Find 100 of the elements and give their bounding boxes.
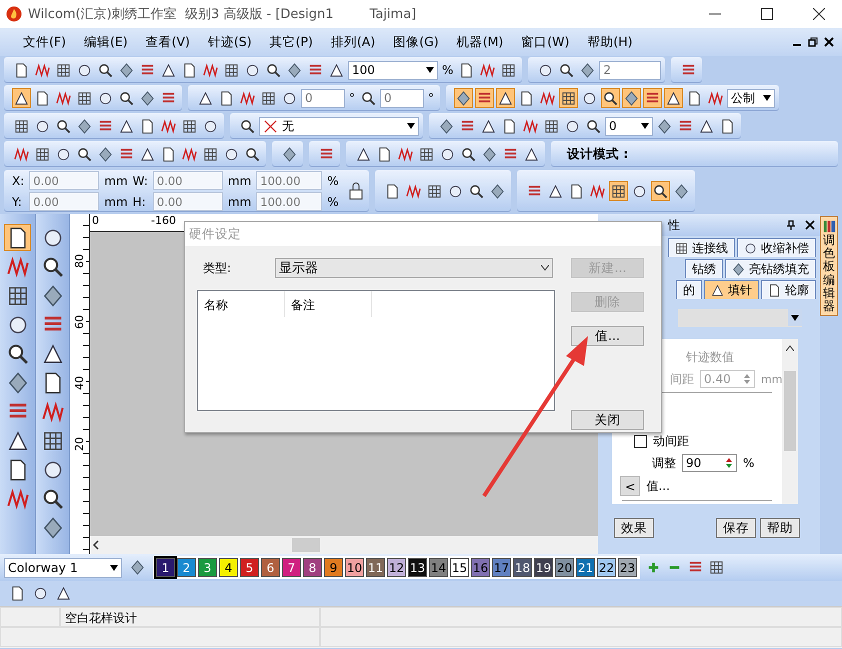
field-label: 间距	[670, 370, 694, 388]
menu-item[interactable]: 编辑(E)	[74, 34, 137, 50]
diamond-icon	[98, 146, 113, 162]
tool-button[interactable]	[4, 224, 31, 251]
color-swatch[interactable]: 2	[177, 558, 196, 577]
horizontal-scrollbar[interactable]	[90, 536, 598, 554]
menu-item[interactable]: 查看(V)	[136, 34, 199, 50]
toolbar-button[interactable]	[496, 88, 515, 108]
tab[interactable]: 填针	[704, 280, 759, 299]
color-swatch[interactable]: 16	[471, 558, 490, 577]
restore-icon[interactable]	[808, 37, 818, 47]
side-tab[interactable]: 调色板编辑器	[820, 216, 838, 316]
cross-icon	[263, 118, 278, 134]
color-swatch[interactable]: 5	[240, 558, 259, 577]
color-swatch[interactable]: 11	[366, 558, 385, 577]
size-field[interactable]: 0.00	[152, 192, 223, 211]
panel-button[interactable]: 帮助	[760, 518, 800, 538]
column-header[interactable]: 备注	[285, 291, 372, 317]
spin-box[interactable]: 0	[380, 88, 424, 108]
combo-box[interactable]: 公制	[727, 88, 775, 108]
tab[interactable]: 的	[676, 280, 702, 299]
column-header[interactable]: 名称	[198, 291, 285, 317]
close-icon[interactable]	[805, 220, 815, 230]
page-icon	[502, 118, 517, 134]
tab[interactable]: 轮廓	[761, 280, 816, 299]
color-swatch[interactable]: 1	[156, 558, 175, 577]
color-swatch[interactable]: 6	[261, 558, 280, 577]
color-swatch[interactable]: 4	[219, 558, 238, 577]
tab[interactable]: 亮钻绣填充	[725, 259, 816, 278]
panel-button[interactable]: 效果	[614, 518, 654, 538]
hardware-list[interactable]: 名称 备注	[197, 290, 555, 411]
menu-item[interactable]: 其它(P)	[260, 34, 322, 50]
combo-box[interactable]: 100	[348, 60, 438, 80]
tab[interactable]: 收缩补偿	[737, 238, 816, 257]
color-swatch[interactable]: 22	[597, 558, 616, 577]
scroll-thumb[interactable]	[292, 538, 320, 552]
combo-box[interactable]: 无	[259, 116, 419, 136]
toolbar-button[interactable]	[664, 88, 683, 108]
menu-item[interactable]: 排列(A)	[322, 34, 384, 50]
adjust-field[interactable]: 90	[682, 454, 737, 472]
menu-item[interactable]: 窗口(W)	[512, 34, 578, 50]
dialog-button[interactable]: 值...	[571, 326, 644, 346]
color-swatch[interactable]: 21	[576, 558, 595, 577]
scale-field[interactable]: 100.00	[256, 171, 322, 190]
vertical-scrollbar[interactable]	[782, 339, 798, 504]
toolbar-button[interactable]	[559, 88, 578, 108]
color-swatch[interactable]: 15	[450, 558, 469, 577]
color-swatch[interactable]: 9	[324, 558, 343, 577]
palette-icon	[822, 219, 836, 234]
color-swatch[interactable]: 17	[492, 558, 511, 577]
color-swatch[interactable]: 8	[303, 558, 322, 577]
toolbar-button[interactable]	[12, 88, 31, 108]
toolbar-button[interactable]	[601, 88, 620, 108]
color-swatch[interactable]: 12	[387, 558, 406, 577]
spin-box[interactable]: 0	[301, 88, 345, 108]
color-swatch[interactable]: 23	[618, 558, 637, 577]
color-swatch[interactable]: 13	[408, 558, 427, 577]
color-swatch[interactable]: 10	[345, 558, 364, 577]
grid-icon	[544, 118, 559, 134]
dialog-title: 硬件设定	[185, 222, 661, 246]
close-icon[interactable]	[824, 37, 834, 47]
dialog-button[interactable]: 关闭	[571, 410, 644, 430]
toolbar-button[interactable]	[650, 181, 670, 201]
color-swatch[interactable]: 7	[282, 558, 301, 577]
colorway-select[interactable]: Colorway 1	[4, 558, 122, 578]
checkbox[interactable]	[634, 435, 647, 448]
color-swatch[interactable]: 3	[198, 558, 217, 577]
menu-item[interactable]: 图像(G)	[384, 34, 448, 50]
unit-label: %	[327, 194, 339, 208]
color-swatch[interactable]: 20	[555, 558, 574, 577]
menu-item[interactable]: 机器(M)	[448, 34, 512, 50]
type-select[interactable]: 显示器	[275, 258, 554, 278]
tab[interactable]: 连接线	[668, 238, 735, 257]
circle-icon	[56, 146, 71, 162]
plus-icon[interactable]	[646, 560, 661, 575]
position-field[interactable]: 0.00	[29, 192, 100, 211]
tab[interactable]: 钻绣	[685, 259, 723, 278]
menu-item[interactable]: 帮助(H)	[578, 34, 642, 50]
scale-field[interactable]: 100.00	[256, 192, 322, 211]
color-swatch[interactable]: 14	[429, 558, 448, 577]
color-swatch[interactable]: 19	[534, 558, 553, 577]
spin-box[interactable]: 2	[599, 60, 662, 80]
combo-box[interactable]: 0	[605, 116, 653, 136]
circle-icon	[77, 62, 92, 78]
panel-button[interactable]: 保存	[716, 518, 756, 538]
values-link[interactable]: 值...	[646, 478, 670, 494]
menu-item[interactable]: 文件(F)	[14, 34, 75, 50]
color-swatch[interactable]: 18	[513, 558, 532, 577]
pin-icon[interactable]	[786, 220, 796, 230]
toolbar-button[interactable]	[608, 181, 628, 201]
magnifier-icon	[6, 342, 28, 364]
size-field[interactable]: 0.00	[152, 171, 223, 190]
menu-item[interactable]: 针迹(S)	[198, 34, 261, 50]
position-field[interactable]: 0.00	[29, 171, 100, 190]
page-icon	[384, 184, 400, 198]
expand-button[interactable]: <	[620, 476, 640, 496]
diamond-icon	[456, 90, 471, 106]
lock-icon[interactable]	[346, 181, 365, 201]
grid-icon	[224, 62, 239, 78]
diamond-icon	[732, 262, 745, 276]
